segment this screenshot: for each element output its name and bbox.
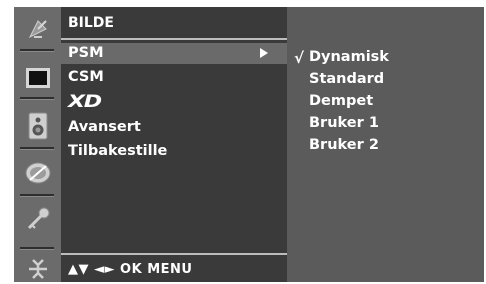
icon-separator: [20, 49, 54, 52]
menu-title: BILDE: [68, 15, 114, 31]
menu-item-avansert[interactable]: Avansert: [68, 119, 141, 135]
clock-icon[interactable]: [22, 157, 53, 188]
submenu-panel: √ Dynamisk Standard Dempet Bruker 1 Bruk…: [287, 7, 484, 282]
speaker-icon[interactable]: [22, 110, 53, 141]
menu-item-xd[interactable]: XD: [68, 92, 102, 112]
tv-osd-menu: BILDE PSM CSM XD Avansert Tilbakestille …: [14, 7, 484, 282]
title-divider: [61, 38, 287, 40]
screen-icon[interactable]: [22, 62, 53, 93]
submenu-item-dynamisk[interactable]: Dynamisk: [309, 49, 389, 65]
menu-icon-column: [14, 7, 61, 282]
submenu-item-bruker-1[interactable]: Bruker 1: [309, 115, 379, 131]
icon-separator: [20, 247, 54, 250]
menu-item-tilbakestille[interactable]: Tilbakestille: [68, 143, 167, 159]
navigation-hint: ▲▼ ◄► OK MENU: [68, 262, 193, 277]
main-menu-panel: BILDE PSM CSM XD Avansert Tilbakestille …: [61, 7, 287, 282]
menu-item-csm[interactable]: CSM: [68, 69, 104, 85]
submenu-item-bruker-2[interactable]: Bruker 2: [309, 137, 379, 153]
menu-item-psm[interactable]: PSM: [68, 45, 104, 61]
icon-separator: [20, 194, 54, 197]
satellite-dish-icon[interactable]: [22, 13, 53, 44]
key-icon[interactable]: [22, 203, 53, 234]
submenu-item-dempet[interactable]: Dempet: [309, 93, 373, 109]
submenu-item-standard[interactable]: Standard: [309, 71, 384, 87]
input-plug-icon[interactable]: [22, 253, 53, 284]
bottom-divider: [61, 253, 287, 255]
submenu-arrow-icon: [260, 48, 268, 58]
checkmark-icon: √: [294, 49, 305, 67]
icon-separator: [20, 97, 54, 100]
icon-separator: [20, 147, 54, 150]
